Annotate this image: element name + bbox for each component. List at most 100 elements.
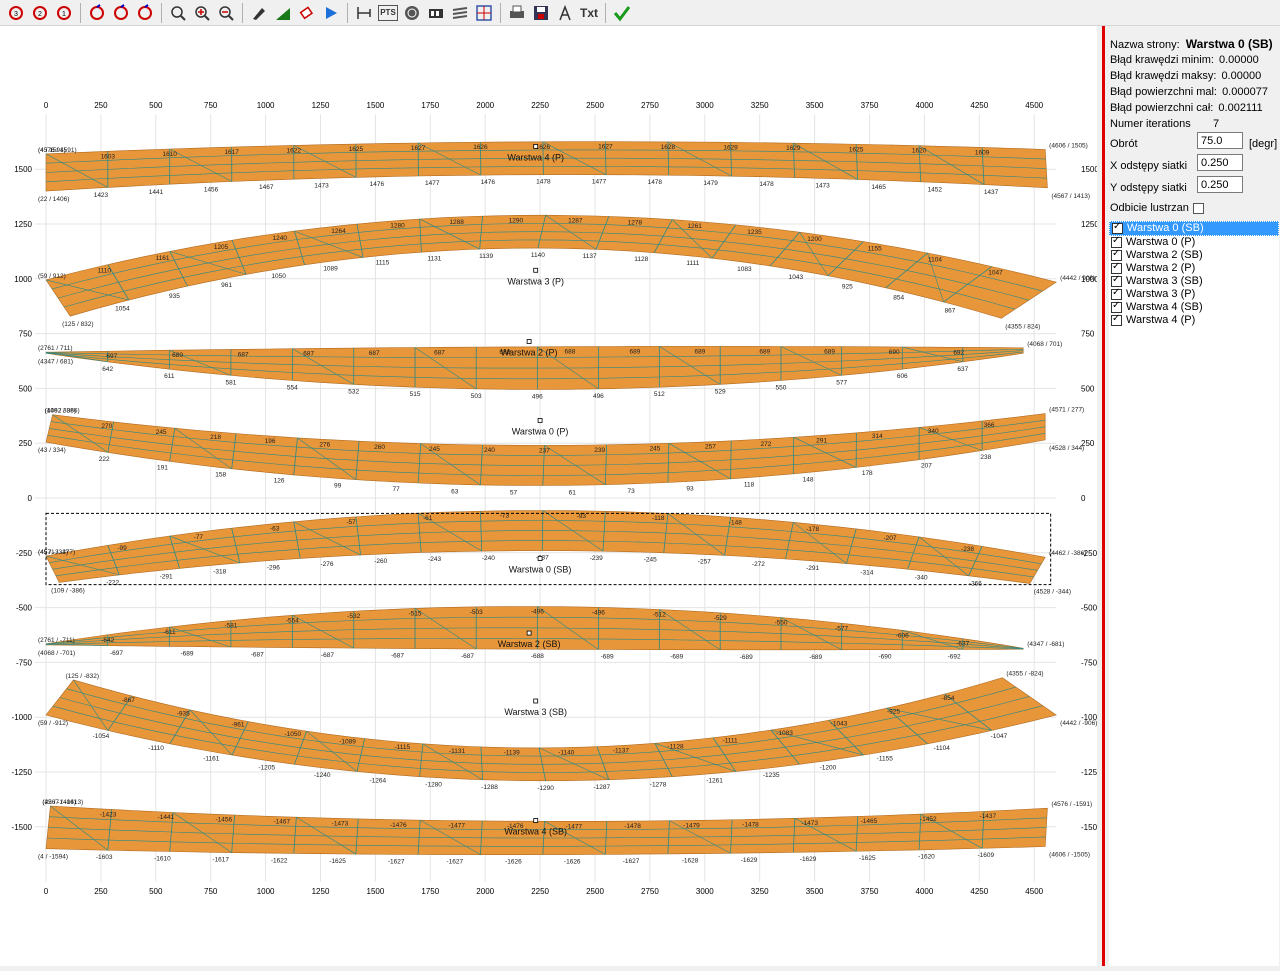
properties-panel: Nazwa strony: Warstwa 0 (SB) Błąd krawęd… <box>1105 26 1280 966</box>
node-label: -1629 <box>741 857 758 864</box>
node-label: -925 <box>887 709 900 716</box>
layer-item[interactable]: Warstwa 4 (SB) <box>1109 301 1279 314</box>
layer-item[interactable]: Warstwa 2 (SB) <box>1109 249 1279 262</box>
layer-item[interactable]: Warstwa 4 (P) <box>1109 314 1279 327</box>
layer-item[interactable]: Warstwa 0 (P) <box>1109 236 1279 249</box>
node-label: 697 <box>106 353 117 360</box>
node-label: 272 <box>761 441 772 448</box>
node-label: -1627 <box>388 858 405 865</box>
node-label: -1465 <box>861 818 878 825</box>
rotate-cw-1-icon[interactable] <box>87 3 107 23</box>
node-label: 118 <box>744 482 755 489</box>
layer-checkbox[interactable] <box>1111 315 1122 326</box>
erase-icon[interactable] <box>297 3 317 23</box>
rotate-ccw-icon[interactable]: 2 <box>30 3 50 23</box>
save-icon[interactable] <box>531 3 551 23</box>
rotate-cw-2-icon[interactable] <box>111 3 131 23</box>
node-label: -1437 <box>979 813 996 820</box>
print-icon[interactable] <box>507 3 527 23</box>
txt-icon[interactable]: Txt <box>579 3 599 23</box>
node-label: -1161 <box>203 756 220 763</box>
x-tick-label-bottom: 4500 <box>1025 887 1043 896</box>
layer-item[interactable]: Warstwa 0 (SB) <box>1109 221 1279 236</box>
corner-label: (4347 / 681) <box>38 358 73 365</box>
node-label: -63 <box>270 526 280 533</box>
corner-label: (4347 / -681) <box>1027 641 1064 648</box>
node-label: 690 <box>889 349 900 356</box>
node-label: -1235 <box>763 772 780 779</box>
drawing-canvas[interactable]: 0025025050050075075010001000125012501500… <box>0 26 1097 966</box>
play-icon[interactable] <box>321 3 341 23</box>
node-label: 1478 <box>648 179 663 186</box>
node-label: 1437 <box>984 189 999 196</box>
apply-check-icon[interactable] <box>612 3 632 23</box>
node-label: -207 <box>884 535 897 542</box>
x-grid-input[interactable]: 0.250 <box>1197 154 1243 171</box>
node-label: 688 <box>564 349 575 356</box>
measure-icon[interactable] <box>555 3 575 23</box>
node-label: 554 <box>287 384 298 391</box>
corner-label: (2761 / -711) <box>38 637 75 644</box>
node-label: 1467 <box>259 184 274 191</box>
pts-icon[interactable]: PTS <box>378 5 398 21</box>
y-grid-input[interactable]: 0.250 <box>1197 176 1243 193</box>
zoom-out-icon[interactable] <box>216 3 236 23</box>
corner-label: (4571 / -277) <box>38 549 75 556</box>
node-label: -238 <box>961 546 974 553</box>
node-label: -1473 <box>801 820 818 827</box>
node-label: -1205 <box>258 764 275 771</box>
node-label: -554 <box>286 617 299 624</box>
zoom-in-icon[interactable] <box>192 3 212 23</box>
layer-item[interactable]: Warstwa 2 (P) <box>1109 262 1279 275</box>
edit-icon[interactable] <box>249 3 269 23</box>
node-label: -239 <box>590 555 603 562</box>
dimension-icon[interactable] <box>354 3 374 23</box>
center-marker <box>534 699 538 703</box>
node-label: 687 <box>369 350 380 357</box>
rotate-cw-3-icon[interactable] <box>135 3 155 23</box>
corner-label: (4 / -1594) <box>38 854 68 861</box>
node-label: -1278 <box>650 782 667 789</box>
node-label: -1290 <box>537 785 554 792</box>
node-label: -515 <box>409 610 422 617</box>
surf-total-value: 0.002111 <box>1218 102 1262 114</box>
node-label: -1467 <box>274 819 291 826</box>
grid-icon[interactable] <box>474 3 494 23</box>
layers-icon[interactable] <box>450 3 470 23</box>
node-label: -1627 <box>623 858 640 865</box>
strip-name-label: Warstwa 4 (SB) <box>504 826 567 836</box>
rotation-input[interactable]: 75.0 <box>1197 132 1243 149</box>
rotate-right-3-icon[interactable]: 1 <box>54 3 74 23</box>
node-label: 57 <box>510 489 518 496</box>
edge-min-value: 0.00000 <box>1219 54 1259 66</box>
rotate-left-3-icon[interactable]: 3 <box>6 3 26 23</box>
zoom-extents-icon[interactable] <box>168 3 188 23</box>
node-label: 689 <box>172 352 183 359</box>
node-label: -1626 <box>505 859 522 866</box>
node-label: 1477 <box>592 179 607 186</box>
node-label: -1240 <box>314 772 331 779</box>
fill-icon[interactable] <box>273 3 293 23</box>
node-label: -867 <box>122 697 135 704</box>
layer-item[interactable]: Warstwa 3 (SB) <box>1109 275 1279 288</box>
film-icon[interactable] <box>426 3 446 23</box>
node-label: 1627 <box>598 144 613 151</box>
node-label: -1128 <box>667 744 684 751</box>
node-label: -1050 <box>284 731 301 738</box>
page-name-row: Nazwa strony: Warstwa 0 (SB) <box>1110 36 1273 52</box>
y-tick-label-left: -750 <box>16 658 33 667</box>
node-label: 61 <box>569 489 577 496</box>
node-label: -687 <box>251 651 264 658</box>
node-label: 99 <box>334 482 342 489</box>
globe-icon[interactable] <box>402 3 422 23</box>
y-tick-label-right: -1250 <box>1081 768 1097 777</box>
node-label: -1452 <box>920 816 937 823</box>
node-label: 260 <box>374 444 385 451</box>
mirror-checkbox[interactable] <box>1193 203 1204 214</box>
layer-item[interactable]: Warstwa 3 (P) <box>1109 288 1279 301</box>
strip-panel <box>46 215 1056 318</box>
x-tick-label-bottom: 3250 <box>751 887 769 896</box>
x-tick-label-bottom: 3000 <box>696 887 714 896</box>
node-label: 1476 <box>370 181 385 188</box>
layer-checkbox[interactable] <box>1112 223 1123 234</box>
